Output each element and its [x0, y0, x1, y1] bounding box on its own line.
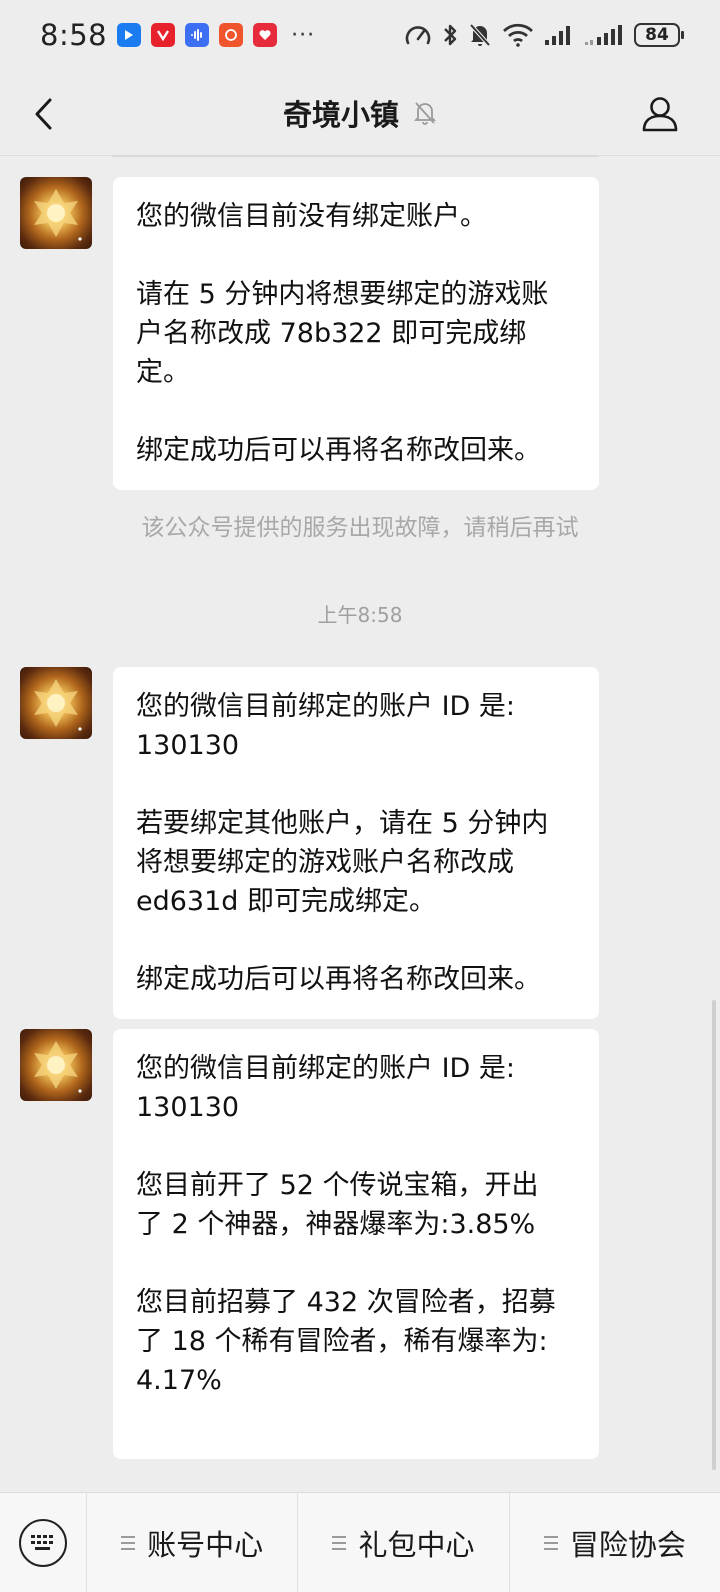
message-paragraph: 绑定成功后可以再将名称改回来。 [136, 435, 541, 466]
keyboard-toggle-button[interactable] [0, 1493, 86, 1592]
message-paragraph: 您目前开了 52 个传说宝箱，开出 了 2 个神器，神器爆率为:3.85% [136, 1170, 539, 1240]
back-button[interactable] [26, 94, 60, 134]
message-paragraph: 您的微信目前没有绑定账户。 [136, 201, 487, 232]
profile-button[interactable] [638, 92, 682, 136]
status-bar: 8:58 ··· 84 [0, 0, 720, 70]
message-paragraph: 绑定成功后可以再将名称改回来。 [136, 964, 541, 995]
person-icon [642, 97, 678, 132]
menu-label: 冒险协会 [569, 1527, 686, 1562]
chat-area[interactable]: 您的微信目前没有绑定账户。 请在 5 分钟内将想要绑定的游戏账 户名称改成 78… [0, 156, 720, 1492]
emblem-icon [34, 1041, 82, 1093]
message-bubble[interactable]: 您的微信目前绑定的账户 ID 是: 130130 您目前开了 52 个传说宝箱，… [113, 1029, 599, 1459]
menu-label: 礼包中心 [358, 1527, 475, 1562]
message-paragraph: 您目前招募了 432 次冒险者，招募 了 18 个稀有冒险者，稀有爆率为: 4.… [136, 1287, 556, 1396]
mute-bell-icon [413, 101, 437, 125]
official-account-avatar[interactable] [20, 177, 92, 249]
official-account-avatar[interactable] [20, 1029, 92, 1101]
menu-gift-center[interactable]: 礼包中心 [297, 1493, 508, 1592]
status-time: 8:58 [40, 18, 108, 52]
message-paragraph: 您的微信目前绑定的账户 ID 是: 130130 [136, 1053, 516, 1123]
menu-adventure-guild[interactable]: 冒险协会 [508, 1493, 720, 1592]
system-indicators: 84 [404, 22, 684, 48]
message-bubble[interactable]: 您的微信目前没有绑定账户。 请在 5 分钟内将想要绑定的游戏账 户名称改成 78… [113, 177, 599, 490]
menu-lines-icon [332, 1535, 347, 1550]
battery-indicator: 84 [634, 23, 684, 47]
notification-icons: ··· [117, 23, 315, 48]
service-error-notice: 该公众号提供的服务出现故障，请稍后再试 [141, 515, 579, 541]
chevron-left-icon [35, 98, 52, 130]
speed-icon [405, 26, 431, 45]
keyboard-icon [19, 1518, 67, 1567]
menu-label: 账号中心 [147, 1527, 264, 1562]
emblem-icon [34, 679, 82, 731]
message-paragraph: 请在 5 分钟内将想要绑定的游戏账 户名称改成 78b322 即可完成绑 定。 [136, 279, 549, 388]
message-bubble[interactable]: 您的微信目前绑定的账户 ID 是: 130130 若要绑定其他账户，请在 5 分… [113, 667, 599, 1019]
battery-level: 84 [645, 25, 669, 45]
previous-message-edge [112, 156, 599, 157]
taobao-icon [219, 23, 244, 47]
message-paragraph: 若要绑定其他账户，请在 5 分钟内 将想要绑定的游戏账户名称改成 ed631d … [136, 808, 549, 917]
message-paragraph: 您的微信目前绑定的账户 ID 是: 130130 [136, 691, 516, 761]
message-item: 您的微信目前没有绑定账户。 请在 5 分钟内将想要绑定的游戏账 户名称改成 78… [20, 177, 599, 490]
bottom-menu: 账号中心 礼包中心 冒险协会 [0, 1492, 720, 1592]
wifi-icon [503, 23, 533, 47]
message-item: 您的微信目前绑定的账户 ID 是: 130130 您目前开了 52 个传说宝箱，… [20, 1029, 599, 1459]
shopping-app-icon [151, 23, 176, 47]
emblem-icon [34, 189, 82, 241]
official-account-avatar[interactable] [20, 667, 92, 739]
menu-lines-icon [121, 1535, 136, 1550]
more-notifications-icon: ··· [291, 22, 316, 48]
heart-app-icon [253, 23, 278, 47]
signal-icon-1 [545, 26, 570, 45]
chat-header: 奇境小镇 [0, 70, 720, 156]
bluetooth-icon [444, 24, 457, 46]
title-group: 奇境小镇 [283, 92, 437, 134]
app-notification-icon [117, 23, 142, 47]
audio-app-icon [185, 23, 210, 47]
chat-title: 奇境小镇 [282, 97, 399, 132]
signal-icon-2 [585, 25, 622, 45]
menu-lines-icon [543, 1535, 558, 1550]
mute-bell-icon [469, 23, 491, 47]
message-item: 您的微信目前绑定的账户 ID 是: 130130 若要绑定其他账户，请在 5 分… [20, 667, 599, 1019]
menu-account-center[interactable]: 账号中心 [86, 1493, 297, 1592]
message-timestamp: 上午8:58 [317, 603, 403, 627]
scrollbar[interactable] [712, 1000, 716, 1470]
